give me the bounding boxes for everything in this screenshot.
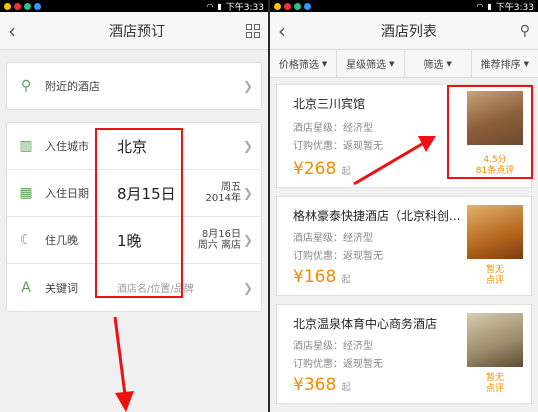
rating-count: 点评 [485,384,504,394]
price-value: ¥168 [293,267,337,287]
filter-bar: 价格筛选 ▼ 星级筛选 ▼ 筛选 ▼ 推荐排序 ▼ [270,50,538,78]
hotel-booking-screen: ◠ ▮ 下午3:33 ‹ 酒店预订 ⚲ 附近的酒店 ❯ ▥ 入住城市 北京 ❯ … [0,0,268,412]
filter-more[interactable]: 筛选 ▼ [405,50,472,77]
filter-label: 星级筛选 [346,60,387,71]
rating-count: 点评 [485,276,504,286]
app-notification-icon [284,2,291,10]
app-notification-icon [34,2,41,10]
app-notification-icon [24,2,31,10]
chevron-right-icon: ❯ [242,186,253,200]
price-from: 起 [341,275,351,285]
filter-star[interactable]: 星级筛选 ▼ [337,50,405,77]
hotel-rating: 暂无 点评 [467,265,523,287]
keyword-search-icon: A [21,279,31,296]
app-notification-icon [14,2,21,10]
chevron-right-icon: ❯ [242,79,253,93]
dropdown-caret-icon: ▼ [389,59,395,68]
wifi-icon: ◠ [206,1,214,11]
highlight-box [447,85,533,179]
wifi-icon: ◠ [476,1,484,11]
notification-icons [4,2,41,10]
nearby-hotels-row[interactable]: ⚲ 附近的酒店 ❯ [7,63,261,109]
checkout-info: 8月16日 周六 离店 [198,229,241,251]
clock: 下午3:33 [495,2,534,13]
hotel-photo [467,313,523,367]
status-bar: ◠ ▮ 下午3:33 [270,0,538,13]
search-icon[interactable]: ⚲ [520,23,530,39]
checkin-date-label: 入住日期 [45,187,89,200]
hotel-list-screen: ◠ ▮ 下午3:33 ‹ 酒店列表 ⚲ 价格筛选 ▼ 星级筛选 ▼ 筛选 ▼ 推荐排序… [270,0,538,412]
keyword-label: 关键词 [45,281,78,295]
hotel-star: 酒店星级：经济型 [293,233,373,244]
app-bar: ‹ 酒店列表 ⚲ [270,12,538,50]
filter-label: 推荐排序 [480,60,521,71]
app-notification-icon [304,2,311,10]
hotel-star: 酒店星级：经济型 [293,341,373,352]
location-pin-icon: ⚲ [20,78,32,94]
clock: 下午3:33 [225,2,264,13]
hotel-price: ¥268 起 [293,159,351,179]
dropdown-caret-icon: ▼ [523,59,530,68]
signal-icon: ▮ [217,1,222,11]
back-arrow-icon[interactable]: ‹ [278,19,298,43]
filter-sort[interactable]: 推荐排序 ▼ [472,50,538,77]
notification-icons [274,2,311,10]
highlight-box [95,128,183,298]
price-from: 起 [341,383,351,393]
nearby-hotels-card[interactable]: ⚲ 附近的酒店 ❯ [6,62,262,110]
moon-icon: ☾ [19,232,33,248]
city-label: 入住城市 [45,140,89,153]
city-buildings-icon: ▥ [19,138,33,154]
chevron-right-icon: ❯ [242,139,253,153]
dropdown-caret-icon: ▼ [321,59,328,68]
app-notification-icon [274,2,281,10]
grid-menu-icon[interactable] [246,23,260,38]
signal-icon: ▮ [487,1,492,11]
hotel-name: 北京温泉体育中心商务酒店 [293,317,438,331]
rating-score: 暂无 [485,373,504,383]
price-value: ¥268 [293,159,337,179]
app-bar: ‹ 酒店预订 [0,12,268,50]
hotel-price: ¥368 起 [293,375,351,395]
hotel-photo [467,205,523,259]
weekday-text: 周五 [221,182,241,193]
hotel-name: 格林豪泰快捷酒店（北京科创... [293,209,461,223]
dropdown-caret-icon: ▼ [446,59,452,68]
year-text: 2014年 [205,193,241,204]
checkout-date-text: 8月16日 [201,229,241,240]
page-title: 酒店预订 [109,23,165,40]
rating-score: 暂无 [485,265,504,275]
back-arrow-icon[interactable]: ‹ [8,19,28,43]
page-title: 酒店列表 [380,23,437,40]
filter-price[interactable]: 价格筛选 ▼ [270,50,338,77]
hotel-deal: 订购优惠：返现暂无 [293,251,383,262]
checkin-weekday: 周五 2014年 [206,182,241,204]
annotation-arrow [353,136,436,186]
nights-label: 住几晚 [45,234,78,247]
hotel-deal: 订购优惠：返现暂无 [293,359,383,370]
hotel-rating: 暂无 点评 [467,373,523,395]
filter-label: 筛选 [423,60,444,71]
hotel-name: 北京三川宾馆 [293,97,366,111]
filter-label: 价格筛选 [278,60,319,71]
hotel-price: ¥168 起 [293,267,351,287]
app-notification-icon [294,2,301,10]
hotel-card[interactable]: 北京温泉体育中心商务酒店 酒店星级：经济型 订购优惠：返现暂无 ¥368 起 暂… [276,304,532,404]
chevron-right-icon: ❯ [242,280,253,295]
hotel-card[interactable]: 格林豪泰快捷酒店（北京科创... 酒店星级：经济型 订购优惠：返现暂无 ¥168… [276,196,532,296]
app-notification-icon [4,2,11,10]
chevron-right-icon: ❯ [242,233,253,247]
checkout-weekday-text: 周六 离店 [197,240,241,251]
price-value: ¥368 [293,375,337,395]
status-bar: ◠ ▮ 下午3:33 [0,0,268,13]
annotation-arrow-down [113,316,134,412]
nearby-hotels-label: 附近的酒店 [45,80,100,93]
calendar-icon: ▦ [19,185,33,201]
